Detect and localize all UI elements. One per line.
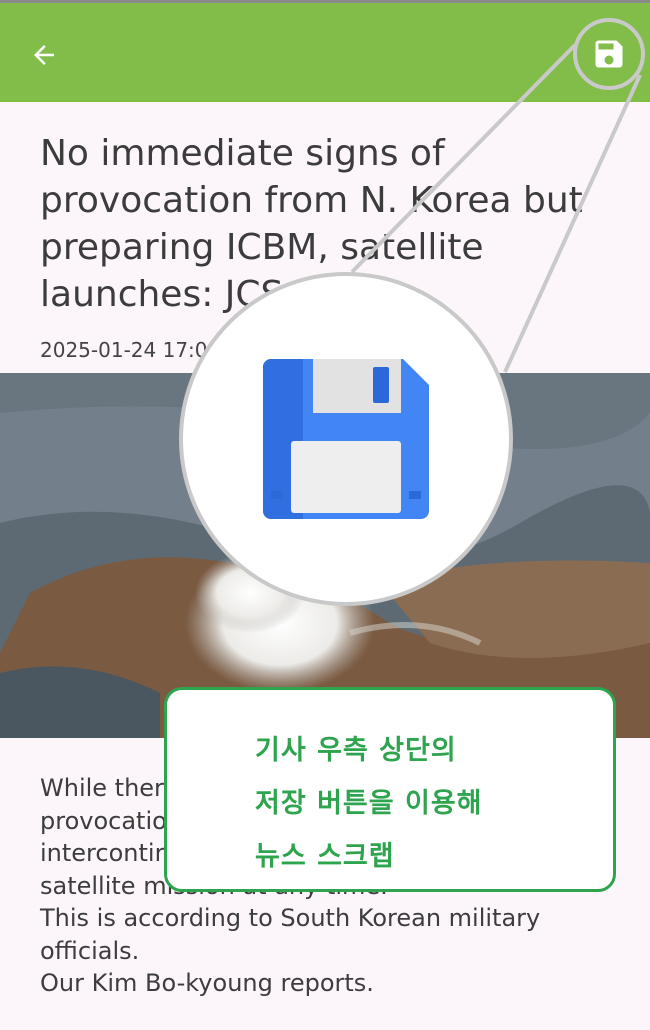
app-bar <box>0 3 650 102</box>
tip-callout: 기사 우측 상단의 저장 버튼을 이용해 뉴스 스크랩 <box>164 687 616 892</box>
save-icon-magnifier <box>179 272 513 606</box>
callout-line: 뉴스 스크랩 <box>255 841 395 872</box>
save-disk-icon <box>595 40 623 68</box>
callout-line: 저장 버튼을 이용해 <box>255 788 483 819</box>
arrow-left-icon <box>34 45 54 65</box>
floppy-disk-icon <box>263 359 429 519</box>
callout-line: 기사 우측 상단의 <box>255 735 457 766</box>
body-line: Our Kim Bo-kyoung reports. <box>40 969 374 997</box>
body-line: This is according to South Korean milita… <box>40 904 541 965</box>
back-button[interactable] <box>24 35 64 75</box>
article-date: 2025-01-24 17:0 <box>40 338 208 362</box>
save-button[interactable] <box>573 18 645 90</box>
